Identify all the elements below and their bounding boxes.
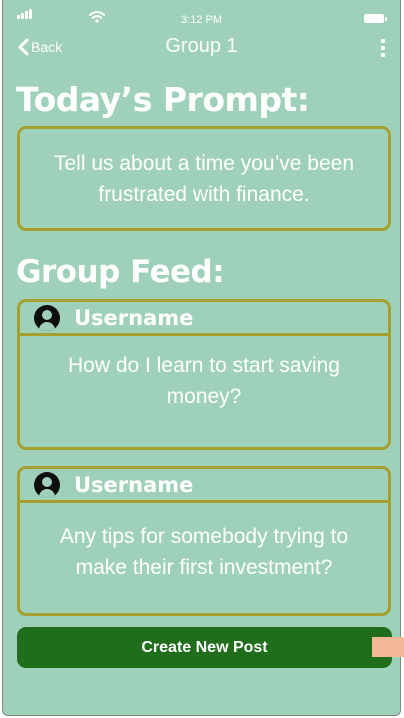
status-bar: 3:12 PM	[3, 0, 400, 26]
battery-icon	[364, 14, 387, 23]
prompt-text: Tell us about a time you’ve been frustra…	[53, 151, 355, 206]
prompt-heading: Today’s Prompt:	[16, 80, 310, 119]
post-body: Any tips for somebody trying to make the…	[20, 503, 388, 607]
feed-heading: Group Feed:	[16, 254, 225, 290]
more-vertical-icon[interactable]	[380, 39, 386, 57]
post-text: Any tips for somebody trying to make the…	[59, 525, 349, 579]
side-tab[interactable]	[372, 637, 404, 657]
post-username[interactable]: Username	[74, 473, 193, 497]
post-text: How do I learn to start saving money?	[68, 354, 340, 408]
avatar-icon	[34, 304, 60, 331]
page-title: Group 1	[165, 35, 238, 57]
post-header: Username	[20, 469, 388, 503]
post-header: Username	[20, 302, 388, 336]
post-body: How do I learn to start saving money?	[20, 336, 388, 440]
feed-post[interactable]: Username How do I learn to start saving …	[17, 299, 391, 450]
feed-post[interactable]: Username Any tips for somebody trying to…	[17, 466, 391, 616]
create-post-button[interactable]: Create New Post	[17, 627, 392, 668]
phone-screen: 3:12 PM Back Group 1 Today’s Prompt: Tel…	[2, 0, 401, 716]
post-username[interactable]: Username	[74, 306, 193, 330]
status-time: 3:12 PM	[181, 14, 222, 26]
avatar-icon	[34, 471, 60, 498]
prompt-card: Tell us about a time you’ve been frustra…	[17, 126, 391, 231]
